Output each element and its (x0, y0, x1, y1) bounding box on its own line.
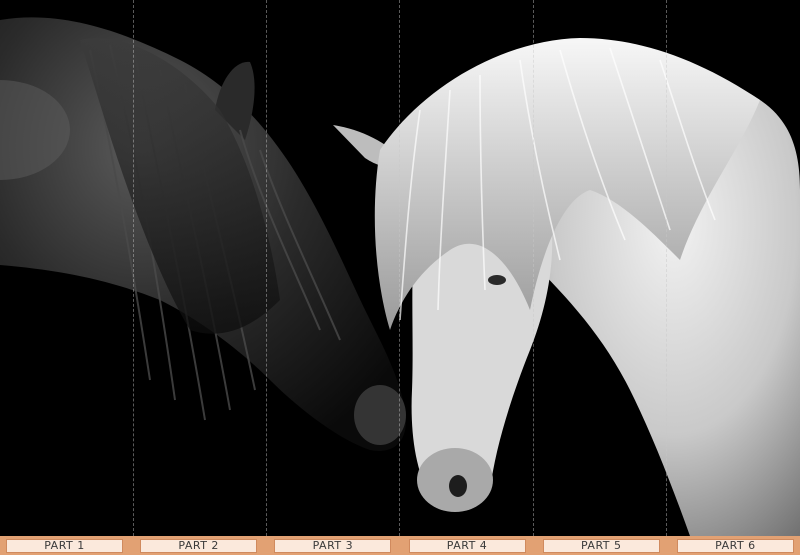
part-6-button[interactable]: PART 6 (676, 538, 794, 553)
panel-divider (133, 0, 134, 536)
parts-bar: PART 1 PART 2 PART 3 PART 4 PART 5 PART … (0, 536, 800, 555)
part-5-button[interactable]: PART 5 (542, 538, 660, 553)
panel-divider (266, 0, 267, 536)
photo-horses (0, 0, 800, 536)
panel-divider (666, 0, 667, 536)
part-4-button[interactable]: PART 4 (408, 538, 526, 553)
part-1-button[interactable]: PART 1 (6, 538, 123, 553)
panel-preview: PART 1 PART 2 PART 3 PART 4 PART 5 PART … (0, 0, 800, 555)
panel-divider (399, 0, 400, 536)
part-2-button[interactable]: PART 2 (140, 538, 258, 553)
part-3-button[interactable]: PART 3 (274, 538, 392, 553)
panel-divider (533, 0, 534, 536)
